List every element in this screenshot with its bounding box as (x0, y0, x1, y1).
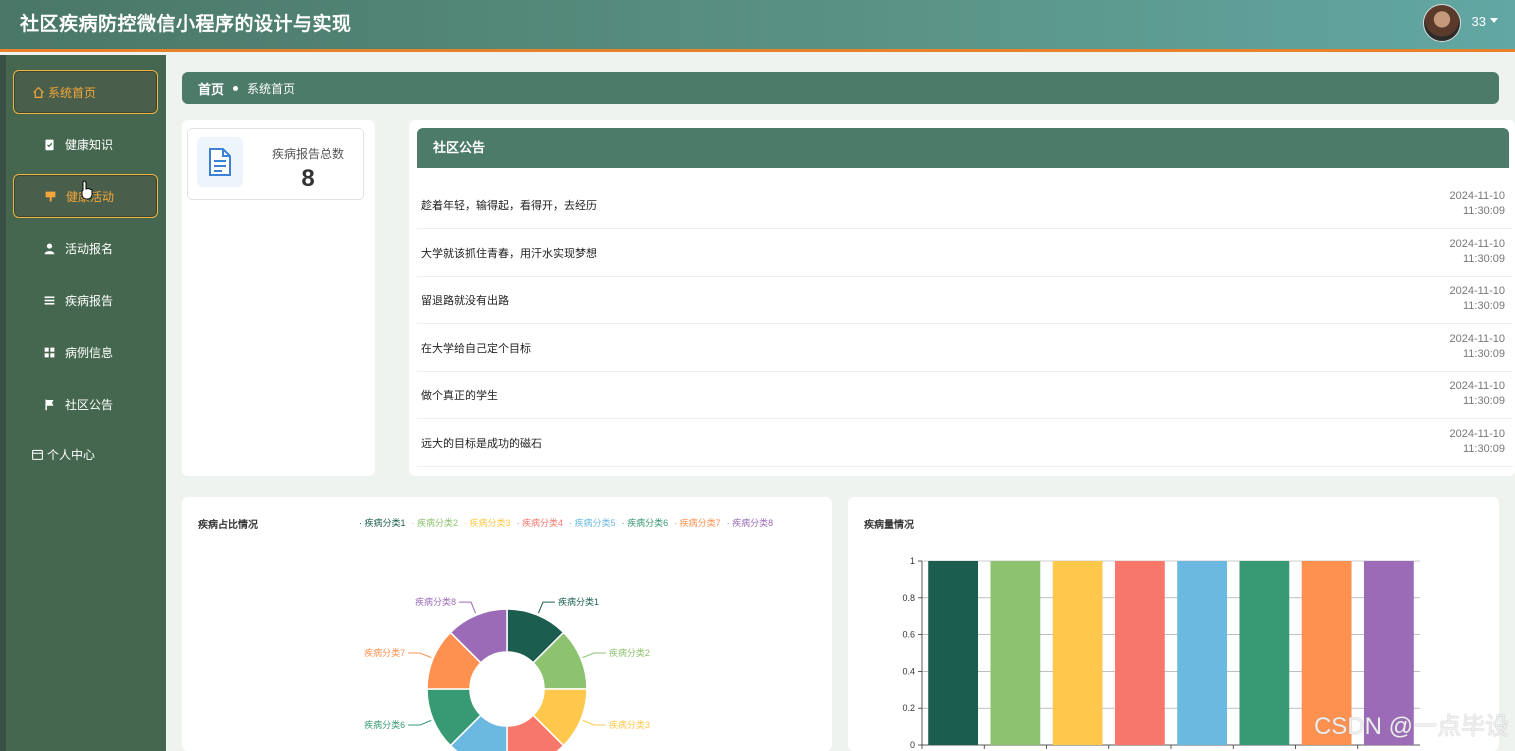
bar[interactable] (928, 561, 979, 745)
pie-slice-label: 疾病分类8 (415, 596, 456, 607)
notice-time: 2024-11-10 11:30:09 (1450, 332, 1505, 362)
y-tick-label: 0.6 (902, 630, 915, 640)
bar[interactable] (1177, 561, 1228, 745)
notice-title[interactable]: 远大的目标是成功的磁石 (421, 435, 542, 451)
pie-label-line (537, 601, 555, 614)
pie-chart-panel: 疾病占比情况 · 疾病分类1 · 疾病分类2 · 疾病分类3 · 疾病分类4 · 疾病分… (182, 497, 832, 751)
notice-clock: 11:30:09 (1462, 395, 1505, 407)
notice-date: 2024-11-10 (1449, 190, 1505, 202)
sidebar-item-disease-report[interactable]: 疾病报告 (13, 278, 158, 322)
pie-label-line (582, 719, 606, 726)
window-icon (29, 446, 45, 462)
pie-slice-label: 疾病分类3 (609, 719, 650, 730)
notice-header: 社区公告 (417, 128, 1509, 168)
notice-time: 2024-11-10 11:30:09 (1450, 237, 1505, 267)
hand-cursor-icon (81, 180, 93, 200)
sidebar: 系统首页 健康知识 健康活动 活动报名 疾病报告 病例信息 社区公告 (0, 55, 166, 751)
notice-title[interactable]: 大学就该抓住青春，用汗水实现梦想 (421, 245, 597, 261)
bar[interactable] (990, 561, 1041, 745)
list-icon (41, 292, 57, 308)
pie-chart: 疾病分类1疾病分类2疾病分类3疾病分类4疾病分类5疾病分类6疾病分类7疾病分类8 (364, 596, 650, 751)
notice-date: 2024-11-10 (1449, 285, 1505, 297)
sidebar-item-label: 活动报名 (65, 241, 114, 256)
pie-slice-label: 疾病分类6 (364, 719, 405, 730)
pie-slice-label: 疾病分类2 (609, 647, 650, 658)
notice-row[interactable]: 做个真正的学生 2024-11-10 11:30:09 (417, 372, 1513, 419)
y-tick-label: 0.4 (902, 666, 915, 676)
stat-value: 8 (301, 165, 315, 192)
top-bar: 社区疾病防控微信小程序的设计与实现 33 (0, 0, 1515, 52)
document-icon (197, 137, 243, 187)
sidebar-item-label: 社区公告 (65, 397, 114, 412)
notice-clock: 11:30:09 (1462, 443, 1505, 455)
sidebar-item-label: 疾病报告 (65, 293, 114, 308)
sidebar-item-home[interactable]: 系统首页 (13, 70, 158, 114)
y-tick-label: 0.8 (902, 593, 915, 603)
bar[interactable] (1239, 561, 1290, 745)
stat-panel: 疾病报告总数 8 (182, 120, 375, 476)
sidebar-item-label: 健康知识 (65, 137, 114, 152)
notice-row[interactable]: 趁着年轻，输得起，看得开，去经历 2024-11-10 11:30:09 (417, 182, 1513, 229)
notice-row[interactable]: 远大的目标是成功的磁石 2024-11-10 11:30:09 (417, 420, 1513, 467)
sidebar-item-health-knowledge[interactable]: 健康知识 (13, 122, 158, 166)
breadcrumb-separator (233, 85, 239, 91)
notice-time: 2024-11-10 11:30:09 (1450, 379, 1505, 409)
notice-row[interactable]: 在大学给自己定个目标 2024-11-10 11:30:09 (417, 325, 1513, 372)
stat-card: 疾病报告总数 8 (187, 128, 364, 200)
flag-icon (41, 396, 57, 412)
bar[interactable] (1114, 561, 1165, 745)
notice-time: 2024-11-10 11:30:09 (1450, 427, 1505, 457)
notice-time: 2024-11-10 11:30:09 (1450, 284, 1505, 314)
pie-label-line (408, 652, 432, 659)
notice-date: 2024-11-10 (1449, 333, 1505, 345)
notice-title[interactable]: 做个真正的学生 (421, 387, 498, 403)
sidebar-item-personal-center[interactable]: 个人中心 (13, 432, 158, 476)
notice-date: 2024-11-10 (1449, 428, 1505, 440)
flag-sign-icon (42, 188, 58, 204)
notice-date: 2024-11-10 (1449, 380, 1505, 392)
watermark: CSDN @一点毕设 (1313, 713, 1509, 740)
avatar[interactable] (1423, 4, 1461, 42)
breadcrumb-current: 系统首页 (247, 81, 296, 96)
notice-title[interactable]: 留退路就没有出路 (421, 292, 509, 308)
home-icon (30, 84, 46, 100)
pie-slice-label: 疾病分类1 (558, 596, 599, 607)
notice-row[interactable]: 留退路就没有出路 2024-11-10 11:30:09 (417, 277, 1513, 324)
clipboard-icon (41, 136, 57, 152)
notice-panel: 社区公告 趁着年轻，输得起，看得开，去经历 2024-11-10 11:30:09… (409, 120, 1515, 476)
notice-clock: 11:30:09 (1462, 253, 1505, 265)
stat-label: 疾病报告总数 (271, 147, 344, 161)
user-icon (41, 240, 57, 256)
bar[interactable] (1052, 561, 1103, 745)
notice-row[interactable]: 大学就该抓住青春，用汗水实现梦想 2024-11-10 11:30:09 (417, 230, 1513, 277)
notice-clock: 11:30:09 (1462, 348, 1505, 360)
pie-label-line (408, 719, 432, 726)
notice-title[interactable]: 趁着年轻，输得起，看得开，去经历 (421, 197, 597, 213)
breadcrumb-home[interactable]: 首页 (198, 79, 224, 98)
pie-label-line (459, 601, 477, 614)
grid-icon (41, 344, 57, 360)
username[interactable]: 33 (1472, 14, 1486, 29)
app-title: 社区疾病防控微信小程序的设计与实现 (20, 14, 352, 35)
sidebar-item-label: 系统首页 (48, 85, 97, 100)
y-tick-label: 1 (910, 556, 915, 566)
caret-down-icon[interactable] (1490, 18, 1498, 23)
notice-clock: 11:30:09 (1462, 205, 1505, 217)
sidebar-item-activity-signup[interactable]: 活动报名 (13, 226, 158, 270)
notice-title[interactable]: 在大学给自己定个目标 (421, 340, 531, 356)
sidebar-item-label: 个人中心 (47, 447, 96, 462)
notice-clock: 11:30:09 (1462, 300, 1505, 312)
pie-slice-label: 疾病分类7 (364, 647, 405, 658)
breadcrumb: 首页 系统首页 (182, 72, 1499, 104)
sidebar-item-label: 病例信息 (65, 345, 114, 360)
pie-label-line (582, 652, 606, 659)
sidebar-item-case-info[interactable]: 病例信息 (13, 330, 158, 374)
sidebar-item-community-notice[interactable]: 社区公告 (13, 382, 158, 426)
notice-date: 2024-11-10 (1449, 238, 1505, 250)
y-tick-label: 0 (910, 740, 915, 750)
y-tick-label: 0.2 (902, 703, 915, 713)
notice-time: 2024-11-10 11:30:09 (1450, 189, 1505, 219)
